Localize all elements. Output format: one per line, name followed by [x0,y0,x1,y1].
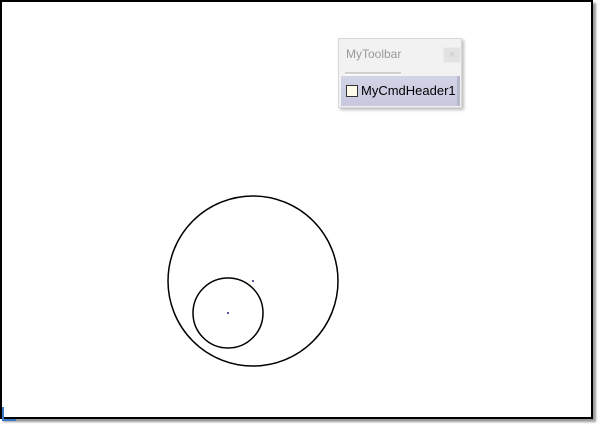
close-glyph: × [448,50,456,60]
toolbar-grip[interactable] [345,72,401,75]
ucs-axis-icon [2,407,16,421]
drawing-viewport[interactable]: MyToolbar × MyCmdHeader1 [0,0,593,421]
command-label: MyCmdHeader1 [361,83,456,98]
small-circle-center-marker [227,312,229,314]
large-circle-center-marker [252,280,254,282]
command-button-mycmdheader1[interactable]: MyCmdHeader1 [341,76,460,106]
drawing-canvas[interactable] [2,2,591,417]
floating-toolbar[interactable]: MyToolbar × MyCmdHeader1 [338,38,462,108]
checkbox-icon[interactable] [346,85,358,97]
toolbar-title[interactable]: MyToolbar [346,47,401,61]
close-icon[interactable]: × [443,47,461,63]
